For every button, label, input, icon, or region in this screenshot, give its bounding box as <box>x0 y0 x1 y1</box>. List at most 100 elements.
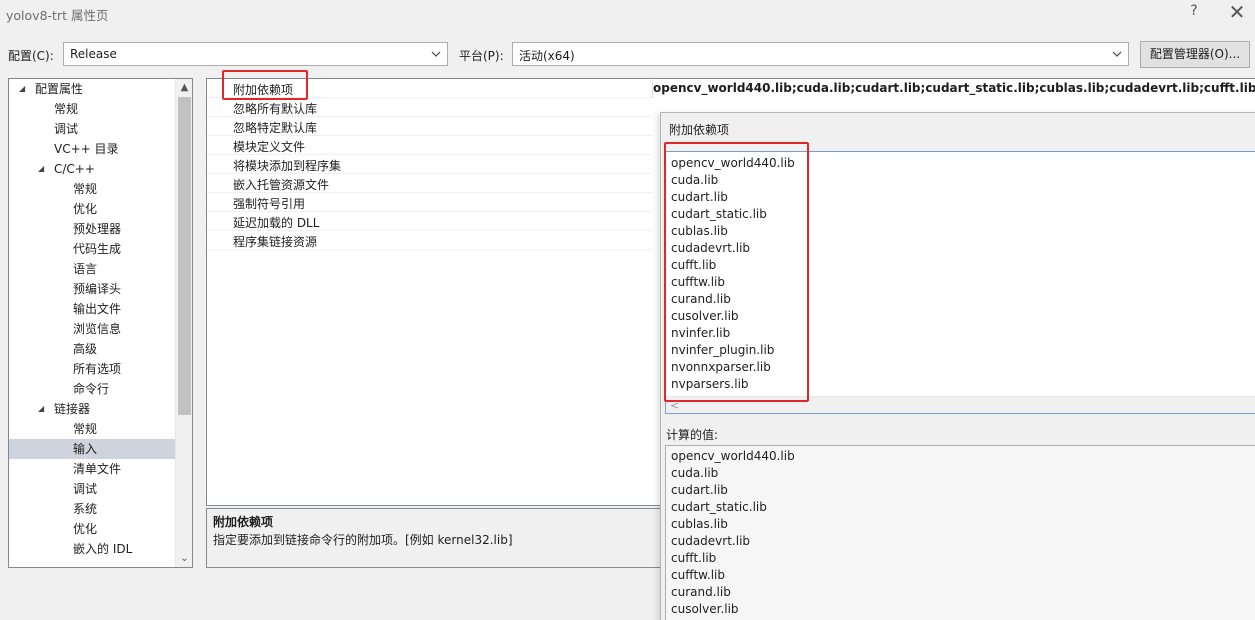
tree-item[interactable]: ◢ 链接器 <box>9 399 175 419</box>
property-name: 忽略所有默认库 <box>233 102 318 116</box>
chevron-down-icon <box>431 51 441 57</box>
computed-line: opencv_world440.lib <box>671 449 795 463</box>
description-panel: 附加依赖项 指定要添加到链接命令行的附加项。[例如 kernel32.lib] <box>206 508 676 568</box>
tree-item-label: 调试 <box>54 122 79 136</box>
property-name: 模块定义文件 <box>233 140 306 154</box>
computed-line: curand.lib <box>671 585 731 599</box>
tree-item[interactable]: 常规 <box>9 99 175 119</box>
tree-item-label: 所有选项 <box>73 362 122 376</box>
tree-item[interactable]: 嵌入的 IDL <box>9 539 175 559</box>
property-row[interactable]: 将模块添加到程序集 <box>207 155 652 174</box>
tree-item[interactable]: 清单文件 <box>9 459 175 479</box>
expand-toggle-icon[interactable]: ◢ <box>38 399 48 419</box>
tree-item-label: 语言 <box>73 262 98 276</box>
tree-item-label: 常规 <box>73 182 98 196</box>
close-icon[interactable]: ✕ <box>1227 2 1247 24</box>
tree-item[interactable]: 优化 <box>9 199 175 219</box>
configuration-manager-button[interactable]: 配置管理器(O)... <box>1140 41 1250 68</box>
property-name: 强制符号引用 <box>233 197 306 211</box>
highlight-box <box>222 70 308 100</box>
tree-item-label: 常规 <box>73 422 98 436</box>
computed-line: cudart.lib <box>671 483 728 497</box>
property-row[interactable]: 忽略特定默认库 <box>207 117 652 136</box>
tree-item-label: 嵌入的 IDL <box>73 542 133 556</box>
property-name: 忽略特定默认库 <box>233 121 318 135</box>
property-row[interactable]: 模块定义文件 <box>207 136 652 155</box>
tree-item-label: 配置属性 <box>35 82 84 96</box>
property-name: 将模块添加到程序集 <box>233 159 342 173</box>
computed-values-label: 计算的值: <box>666 428 719 442</box>
title-bar: yolov8-trt 属性页 ? ✕ <box>0 0 1255 28</box>
property-row[interactable]: 延迟加载的 DLL <box>207 212 652 231</box>
tree-scrollbar[interactable]: ▲ ⌄ <box>175 79 192 567</box>
tree-item[interactable]: VC++ 目录 <box>9 139 175 159</box>
tree-item[interactable]: 调试 <box>9 479 175 499</box>
highlight-box <box>664 142 809 402</box>
tree-item[interactable]: ◢ C/C++ <box>9 159 175 179</box>
tree-item[interactable]: 浏览信息 <box>9 319 175 339</box>
expand-toggle-icon[interactable]: ◢ <box>38 159 48 179</box>
additional-dependencies-value[interactable]: opencv_world440.lib;cuda.lib;cudart.lib;… <box>652 79 1255 98</box>
property-row[interactable]: 嵌入托管资源文件 <box>207 174 652 193</box>
tree-item-label: 预编译头 <box>73 282 122 296</box>
property-row[interactable]: 程序集链接资源 <box>207 231 652 250</box>
property-row[interactable]: 强制符号引用 <box>207 193 652 212</box>
platform-dropdown[interactable]: 活动(x64) <box>512 42 1129 66</box>
computed-line: cudart_static.lib <box>671 500 767 514</box>
tree-item-label: 高级 <box>73 342 98 356</box>
computed-line: cufft.lib <box>671 551 717 565</box>
tree-item[interactable]: 语言 <box>9 259 175 279</box>
property-name: 延迟加载的 DLL <box>233 216 320 230</box>
tree-item[interactable]: 代码生成 <box>9 239 175 259</box>
window-title: yolov8-trt 属性页 <box>6 8 109 23</box>
tree-item-label: C/C++ <box>54 162 95 176</box>
tree-item-label: 清单文件 <box>73 462 122 476</box>
tree-item[interactable]: 系统 <box>9 499 175 519</box>
tree-item-label: 常规 <box>54 102 79 116</box>
tree-item[interactable]: 输出文件 <box>9 299 175 319</box>
tree-item[interactable]: 所有选项 <box>9 359 175 379</box>
config-label: 配置(C): <box>8 49 54 63</box>
computed-line: cuda.lib <box>671 466 719 480</box>
dialog-title: 附加依赖项 <box>669 123 730 137</box>
scroll-up-icon[interactable]: ▲ <box>179 82 190 93</box>
tree-item[interactable]: 调试 <box>9 119 175 139</box>
computed-line: cudadevrt.lib <box>671 534 751 548</box>
tree-item-label: 优化 <box>73 522 98 536</box>
scroll-down-icon[interactable]: ⌄ <box>179 553 190 564</box>
tree-item[interactable]: 输入 <box>9 439 175 459</box>
tree-item[interactable]: ◢ 配置属性 <box>9 79 175 99</box>
computed-line: cufftw.lib <box>671 568 725 582</box>
tree-item[interactable]: 常规 <box>9 419 175 439</box>
tree-item-label: 系统 <box>73 502 98 516</box>
tree-item[interactable]: 预处理器 <box>9 219 175 239</box>
computed-values-box: opencv_world440.lib cuda.lib cudart.lib cud… <box>665 445 1255 620</box>
platform-label: 平台(P): <box>459 49 504 63</box>
tree-item-label: 输入 <box>73 442 98 456</box>
tree-item-label: 浏览信息 <box>73 322 122 336</box>
tree-item-label: 调试 <box>73 482 98 496</box>
tree-item[interactable]: 优化 <box>9 519 175 539</box>
config-value: Release <box>70 47 117 61</box>
tree-item-label: 预处理器 <box>73 222 122 236</box>
tree-item-label: 命令行 <box>73 382 110 396</box>
tree-item[interactable]: 预编译头 <box>9 279 175 299</box>
property-name: 嵌入托管资源文件 <box>233 178 330 192</box>
tree-item[interactable]: 常规 <box>9 179 175 199</box>
help-icon[interactable]: ? <box>1185 3 1203 23</box>
property-name: 程序集链接资源 <box>233 235 318 249</box>
tree-item-label: VC++ 目录 <box>54 142 119 156</box>
tree-item-label: 链接器 <box>54 402 91 416</box>
config-dropdown[interactable]: Release <box>63 42 448 66</box>
platform-value: 活动(x64) <box>519 49 575 63</box>
tree-item-label: 输出文件 <box>73 302 122 316</box>
expand-toggle-icon[interactable]: ◢ <box>19 79 29 99</box>
tree-item[interactable]: 高级 <box>9 339 175 359</box>
scroll-thumb[interactable] <box>178 97 191 415</box>
tree-item[interactable]: 命令行 <box>9 379 175 399</box>
computed-line: cublas.lib <box>671 517 728 531</box>
configuration-bar: 配置(C): Release 平台(P): 活动(x64) 配置管理器(O)..… <box>0 40 1255 70</box>
chevron-down-icon <box>1112 51 1122 57</box>
property-row[interactable]: 忽略所有默认库 <box>207 98 652 117</box>
computed-line: cusolver.lib <box>671 602 739 616</box>
